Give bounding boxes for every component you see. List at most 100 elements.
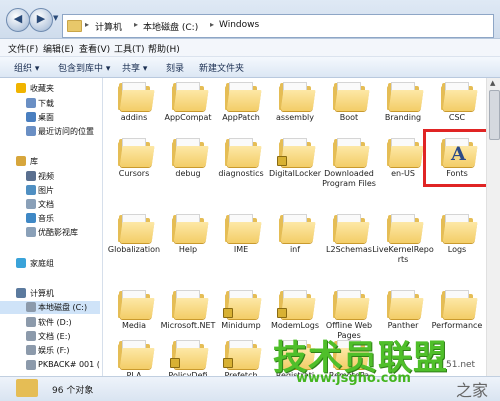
drive-icon [26, 317, 36, 327]
sidebar-item[interactable]: 桌面 [0, 111, 100, 124]
sidebar-item[interactable]: 收藏夹 [0, 82, 100, 95]
chevron-right-icon[interactable]: ▸ [134, 20, 138, 29]
organize-button[interactable]: 组织 ▾ [14, 61, 39, 74]
navigation-pane: 收藏夹下载桌面 最近访问的位置库视频图片文档音乐优酷影视库家庭组计算机 本地磁盘 (… [0, 78, 103, 376]
menu-tools[interactable]: 工具(T) [114, 42, 145, 55]
sidebar-item-label: 音乐 [38, 214, 54, 223]
watermark-tail: 之家 [456, 381, 489, 400]
folder-name: LiveKernelReports [372, 245, 434, 264]
fonts-highlight-box [423, 129, 486, 187]
back-button[interactable]: ◀ [6, 8, 30, 32]
menu-help[interactable]: 帮助(H) [148, 42, 180, 55]
folder-item[interactable]: IME [216, 210, 266, 290]
sidebar-item[interactable]: 最近访问的位置 [0, 125, 100, 138]
share-button[interactable]: 共享 ▾ [122, 61, 147, 74]
folder-name: addins [120, 113, 148, 122]
status-bar: 96 个对象 [0, 376, 500, 401]
folder-name: inf [289, 245, 301, 254]
forward-arrow-icon: ▶ [36, 12, 46, 25]
sidebar-item[interactable]: 优酷影视库 [0, 226, 100, 239]
sidebar-item[interactable]: 下载 [0, 97, 100, 110]
scroll-up-icon[interactable]: ▲ [490, 79, 495, 87]
include-in-library-button[interactable]: 包含到库中 ▾ [58, 61, 110, 74]
folder-item[interactable]: Downloaded Program Files [322, 134, 376, 214]
breadcrumb-windows[interactable]: Windows [219, 20, 259, 30]
chevron-right-icon[interactable]: ▸ [85, 20, 89, 29]
folder-item[interactable]: Prefetch [216, 336, 266, 376]
sidebar-item[interactable]: 文档 (E:) [0, 330, 100, 343]
folder-icon [225, 214, 262, 243]
sidebar-item[interactable]: 库 [0, 155, 100, 168]
sidebar-item[interactable]: 本地磁盘 (C:) [0, 301, 100, 314]
history-dropdown-icon[interactable]: ▼ [53, 14, 58, 22]
folder-icon [172, 138, 209, 167]
folder-name: assembly [276, 113, 314, 122]
folder-icon [333, 82, 370, 111]
burn-button[interactable]: 刻录 [166, 61, 184, 74]
sidebar-item[interactable]: 娱乐 (F:) [0, 344, 100, 357]
sidebar-item[interactable]: 家庭组 [0, 257, 100, 270]
scroll-thumb[interactable] [489, 90, 500, 140]
folder-item[interactable]: debug [163, 134, 213, 214]
lock-icon [277, 156, 287, 166]
folder-icon [225, 82, 262, 111]
lock-icon [223, 308, 233, 318]
pictures-icon [26, 185, 36, 195]
folder-icon [277, 290, 316, 319]
folder-icon [118, 138, 155, 167]
sidebar-item-label: 视频 [38, 172, 54, 181]
folder-icon [387, 290, 424, 319]
folder-icon [225, 138, 262, 167]
sidebar-item[interactable]: PKBACK# 001 ( [0, 359, 100, 372]
sidebar-item-label: 文档 [38, 200, 54, 209]
folder-icon [333, 214, 370, 243]
folder-item[interactable]: LiveKernelReports [372, 210, 434, 290]
sidebar-item[interactable]: 音乐 [0, 212, 100, 225]
folder-item[interactable]: diagnostics [216, 134, 266, 214]
folder-icon [118, 82, 155, 111]
sidebar-item[interactable]: 图片 [0, 184, 100, 197]
breadcrumb-drive-c[interactable]: 本地磁盘 (C:) [143, 20, 198, 33]
folder-item[interactable]: Help [163, 210, 213, 290]
folder-icon [277, 138, 316, 167]
watermark-url: www.jsgho.com [296, 371, 411, 386]
vertical-scrollbar[interactable]: ▲ [486, 78, 500, 376]
new-folder-button[interactable]: 新建文件夹 [199, 61, 244, 74]
folder-name: Downloaded Program Files [322, 169, 376, 188]
command-bar: 组织 ▾ 包含到库中 ▾ 共享 ▾ 刻录 新建文件夹 [0, 57, 500, 78]
folder-item[interactable]: L2Schemas [324, 210, 374, 290]
folder-item[interactable]: inf [270, 210, 320, 290]
breadcrumb-computer[interactable]: 计算机 [95, 20, 122, 33]
lock-icon [277, 308, 287, 318]
chevron-right-icon[interactable]: ▸ [210, 20, 214, 29]
menu-file[interactable]: 文件(F) [8, 42, 38, 55]
address-bar[interactable]: ▸ 计算机 ▸ 本地磁盘 (C:) ▸ Windows [62, 14, 494, 38]
sidebar-item[interactable]: 文档 [0, 198, 100, 211]
folder-item[interactable]: Globalization [108, 210, 160, 290]
folder-icon [333, 290, 370, 319]
library-icon [16, 156, 26, 166]
sidebar-item-label: 家庭组 [30, 259, 54, 268]
sidebar-item[interactable]: 计算机 [0, 287, 100, 300]
folder-item[interactable]: Logs [432, 210, 482, 290]
folder-item[interactable]: en-US [378, 134, 428, 214]
folder-icon [118, 214, 155, 243]
sidebar-item-label: 收藏夹 [30, 84, 54, 93]
computer-icon [16, 288, 26, 298]
folder-item[interactable]: PolicyDefi [163, 336, 213, 376]
youku-icon [26, 227, 36, 237]
menu-view[interactable]: 查看(V) [79, 42, 110, 55]
folder-name: Logs [447, 245, 467, 254]
forward-button[interactable]: ▶ [29, 8, 53, 32]
folder-icon [387, 138, 424, 167]
sidebar-item[interactable]: 视频 [0, 170, 100, 183]
folder-icon [279, 82, 316, 111]
menu-edit[interactable]: 编辑(E) [43, 42, 74, 55]
sidebar-item[interactable]: 软件 (D:) [0, 316, 100, 329]
desktop-icon [26, 112, 36, 122]
folder-item[interactable]: DigitalLocker [269, 134, 321, 214]
star-icon [16, 83, 26, 93]
sidebar-item-label: 下载 [38, 99, 54, 108]
folder-item[interactable]: PLA [109, 336, 159, 376]
folder-item[interactable]: Cursors [109, 134, 159, 214]
